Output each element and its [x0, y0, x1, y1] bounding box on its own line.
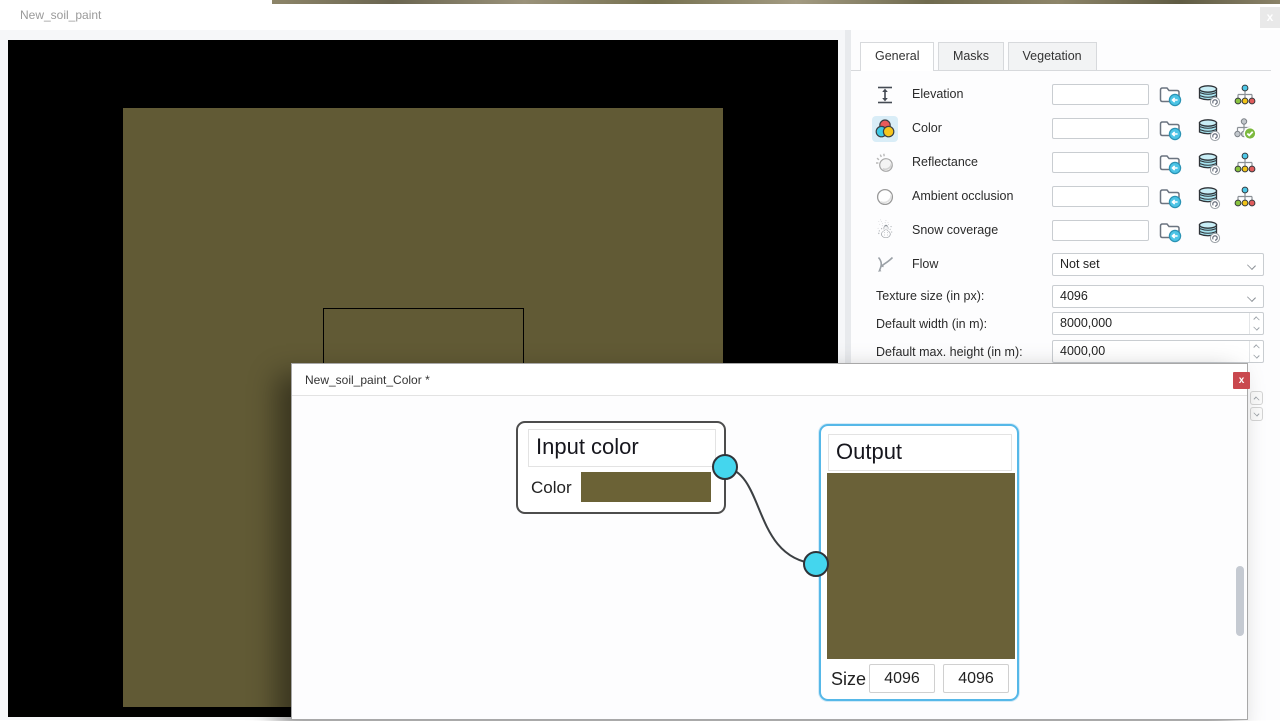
- editor-scrollbar-thumb[interactable]: [1236, 566, 1244, 636]
- snow-coverage-path-input[interactable]: [1052, 220, 1149, 241]
- chevron-down-icon: [1247, 261, 1256, 270]
- row-reflectance: Reflectance: [851, 146, 1280, 180]
- row-label: Snow coverage: [912, 223, 998, 237]
- row-label: Elevation: [912, 87, 963, 101]
- ambient-occlusion-icon: [872, 184, 898, 210]
- node-graph-icon[interactable]: [1231, 150, 1258, 176]
- folder-import-icon[interactable]: [1157, 218, 1184, 244]
- background-terrain-strip: [272, 0, 1280, 4]
- node-graph-icon[interactable]: [1231, 184, 1258, 210]
- elevation-path-input[interactable]: [1052, 84, 1149, 105]
- app-title: New_soil_paint: [20, 8, 101, 22]
- tab-vegetation[interactable]: Vegetation: [1008, 42, 1097, 70]
- row-label: Reflectance: [912, 155, 978, 169]
- node-editor-window: New_soil_paint_Color * x Input color Col…: [291, 363, 1248, 720]
- texture-size-label: Texture size (in px):: [876, 289, 984, 303]
- close-icon[interactable]: x: [1260, 7, 1280, 28]
- color-path-input[interactable]: [1052, 118, 1149, 139]
- app-titlebar: New_soil_paint x: [0, 0, 1280, 30]
- elevation-icon: [872, 82, 898, 108]
- node-title: Output: [829, 435, 1011, 465]
- default-max-height-label: Default max. height (in m):: [876, 345, 1023, 359]
- folder-import-icon[interactable]: [1157, 150, 1184, 176]
- flow-select[interactable]: Not set: [1052, 253, 1264, 276]
- row-label: Ambient occlusion: [912, 189, 1013, 203]
- node-title-box: Output: [828, 434, 1012, 471]
- folder-import-icon[interactable]: [1157, 184, 1184, 210]
- row-elevation: Elevation: [851, 78, 1280, 112]
- row-flow: Flow Not set: [851, 248, 1280, 282]
- spin-up-button[interactable]: [1250, 391, 1263, 405]
- input-port-icon[interactable]: [803, 551, 829, 577]
- ambient-occlusion-path-input[interactable]: [1052, 186, 1149, 207]
- node-connection-wire: [292, 364, 1249, 721]
- color-icon: [872, 116, 898, 142]
- color-param-label: Color: [531, 478, 572, 498]
- row-color: Color: [851, 112, 1280, 146]
- reflectance-path-input[interactable]: [1052, 152, 1149, 173]
- output-port-icon[interactable]: [712, 454, 738, 480]
- close-icon[interactable]: x: [1233, 372, 1250, 389]
- size-height-input[interactable]: [943, 664, 1009, 693]
- default-width-input[interactable]: 8000,000: [1052, 312, 1264, 335]
- row-label: Color: [912, 121, 942, 135]
- flow-icon: [872, 252, 898, 278]
- default-max-height-input[interactable]: 4000,00: [1052, 340, 1264, 363]
- color-swatch[interactable]: [581, 472, 711, 502]
- snow-icon: ☃: [872, 218, 898, 244]
- layer-rows: Elevation: [851, 78, 1280, 282]
- flow-select-value: Not set: [1060, 257, 1100, 271]
- tab-masks[interactable]: Masks: [938, 42, 1004, 70]
- texture-size-value: 4096: [1060, 289, 1088, 303]
- row-snow-coverage: ☃ Snow coverage: [851, 214, 1280, 248]
- size-width-input[interactable]: [869, 664, 935, 693]
- node-graph-active-icon[interactable]: [1231, 116, 1258, 142]
- folder-import-icon[interactable]: [1157, 82, 1184, 108]
- default-width-row: Default width (in m): 8000,000: [851, 310, 1280, 338]
- default-max-height-value: 4000,00: [1060, 344, 1105, 358]
- chevron-down-icon: [1247, 293, 1256, 302]
- editor-titlebar[interactable]: New_soil_paint_Color * x: [292, 364, 1247, 396]
- size-label: Size: [831, 669, 866, 690]
- default-max-height-row: Default max. height (in m): 4000,00: [851, 338, 1280, 366]
- input-color-node[interactable]: Input color Color: [516, 421, 726, 514]
- texture-size-select[interactable]: 4096: [1052, 285, 1264, 308]
- database-icon[interactable]: [1195, 218, 1222, 244]
- node-graph-icon[interactable]: [1231, 82, 1258, 108]
- database-icon[interactable]: [1195, 82, 1222, 108]
- database-icon[interactable]: [1195, 184, 1222, 210]
- database-icon[interactable]: [1195, 150, 1222, 176]
- reflectance-icon: [872, 150, 898, 176]
- row-label: Flow: [912, 257, 938, 271]
- output-color-preview: [827, 473, 1015, 659]
- spin-down-button[interactable]: [1250, 407, 1263, 421]
- folder-import-icon[interactable]: [1157, 116, 1184, 142]
- node-title-box: Input color: [528, 429, 716, 467]
- default-width-label: Default width (in m):: [876, 317, 987, 331]
- default-width-value: 8000,000: [1060, 316, 1112, 330]
- output-node[interactable]: Output Size: [819, 424, 1019, 701]
- tab-bar: General Masks Vegetation: [851, 42, 1271, 71]
- database-icon[interactable]: [1195, 116, 1222, 142]
- node-title: Input color: [529, 430, 715, 460]
- spinner[interactable]: [1249, 313, 1263, 334]
- row-ambient-occlusion: Ambient occlusion: [851, 180, 1280, 214]
- editor-title: New_soil_paint_Color *: [305, 373, 430, 387]
- texture-size-row: Texture size (in px): 4096: [851, 282, 1280, 310]
- tab-general[interactable]: General: [860, 42, 934, 71]
- settings-fields: Texture size (in px): 4096 Default width…: [851, 282, 1280, 366]
- spinner[interactable]: [1249, 341, 1263, 362]
